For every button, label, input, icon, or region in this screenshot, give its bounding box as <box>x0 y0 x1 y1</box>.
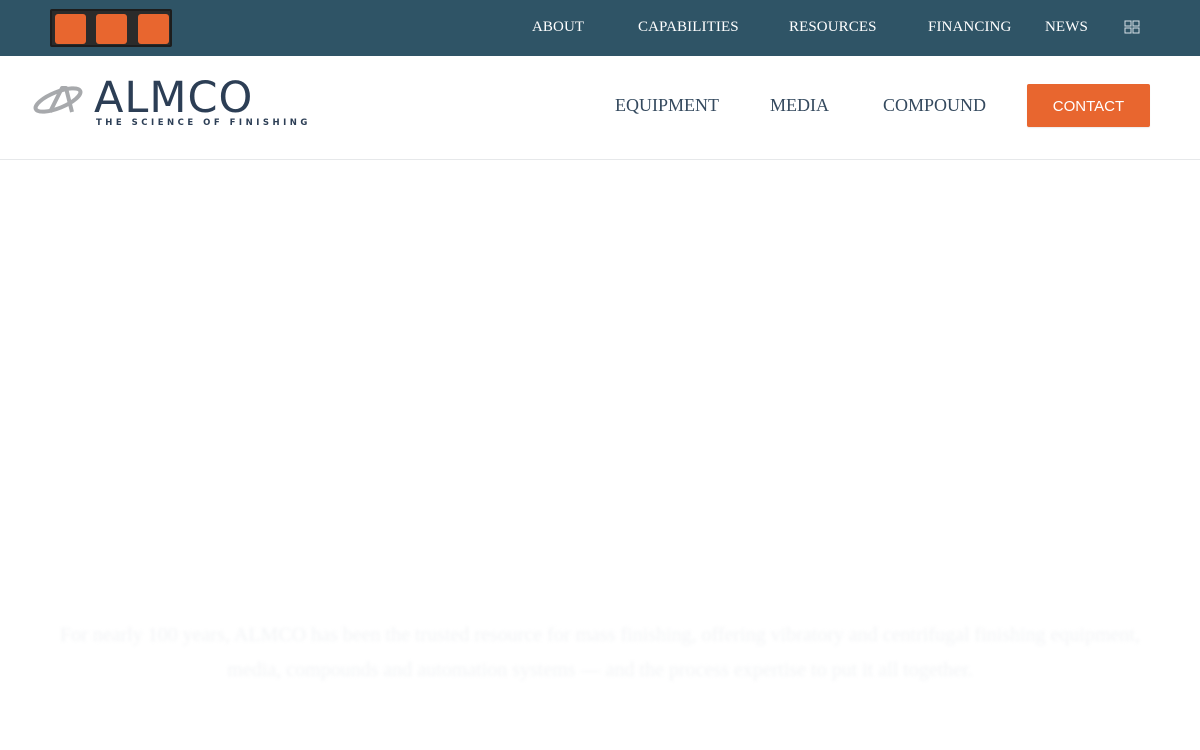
social-icon-3[interactable] <box>138 14 169 44</box>
top-nav-capabilities[interactable]: CAPABILITIES <box>638 18 739 36</box>
almco-logo[interactable]: ALMCO THE SCIENCE OF FINISHING <box>32 74 322 132</box>
hero-intro-text: For nearly 100 years, ALMCO has been the… <box>60 624 1140 681</box>
contact-button[interactable]: CONTACT <box>1027 84 1150 127</box>
nav-equipment[interactable]: EQUIPMENT <box>615 94 719 116</box>
logo-tagline: THE SCIENCE OF FINISHING <box>96 118 311 128</box>
main-header: ALMCO THE SCIENCE OF FINISHING EQUIPMENT… <box>0 56 1200 160</box>
top-utility-bar: ABOUT CAPABILITIES RESOURCES FINANCING N… <box>0 0 1200 56</box>
nav-media[interactable]: MEDIA <box>770 94 829 116</box>
top-nav-about[interactable]: ABOUT <box>532 18 584 36</box>
top-nav-resources[interactable]: RESOURCES <box>789 18 877 36</box>
hero-section: For nearly 100 years, ALMCO has been the… <box>0 160 1200 750</box>
logo-mark-icon <box>33 86 83 114</box>
top-nav-news[interactable]: NEWS <box>1045 18 1088 36</box>
nav-compound[interactable]: COMPOUND <box>883 94 986 116</box>
social-icon-1[interactable] <box>55 14 86 44</box>
social-icons-group <box>50 9 172 47</box>
flag-icon[interactable] <box>1124 20 1140 34</box>
top-nav-financing[interactable]: FINANCING <box>928 18 1011 36</box>
social-icon-2[interactable] <box>96 14 127 44</box>
logo-wordmark: ALMCO <box>94 73 254 123</box>
